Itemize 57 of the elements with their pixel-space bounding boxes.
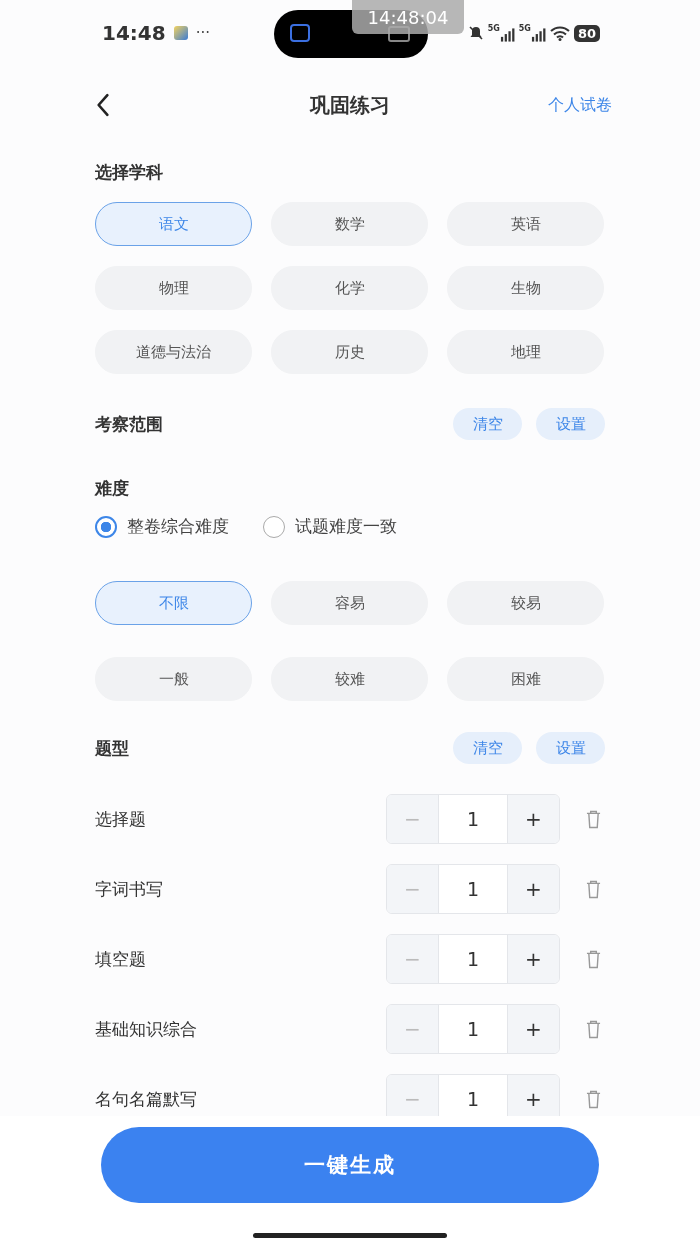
delete-icon[interactable] [586,1019,601,1039]
personal-papers-link[interactable]: 个人试卷 [548,94,612,116]
radio-button[interactable] [95,515,117,538]
option-chip[interactable]: 较易 [447,581,604,625]
wifi-icon [549,25,570,41]
quantity-value: 1 [438,865,508,913]
recording-time: 14:48:04 [352,0,464,34]
option-chip[interactable]: 英语 [447,202,604,246]
more-icon: ··· [195,24,210,42]
option-chip[interactable]: 较难 [271,657,428,701]
increase-button[interactable]: + [508,1005,559,1053]
quantity-value: 1 [438,1075,508,1116]
quantity-value: 1 [438,935,508,983]
option-chip[interactable]: 道德与法治 [95,330,252,374]
option-chip[interactable]: 地理 [447,330,604,374]
increase-button[interactable]: + [508,865,559,913]
question-type-label: 基础知识综合 [95,1017,198,1041]
back-icon[interactable] [96,93,110,117]
section-title: 题型 [95,736,129,760]
option-chip[interactable]: 化学 [271,266,428,310]
question-type-label: 填空题 [95,947,147,971]
generate-button[interactable]: 一键生成 [101,1127,599,1203]
section-title: 考察范围 [95,412,163,436]
radio-label: 整卷综合难度 [127,515,229,538]
option-chip[interactable]: 容易 [271,581,428,625]
option-chip[interactable]: 数学 [271,202,428,246]
radio-button[interactable] [263,515,285,538]
quantity-value: 1 [438,795,508,843]
option-chip[interactable]: 一般 [95,657,252,701]
mute-icon [467,25,484,41]
delete-icon[interactable] [586,809,601,829]
option-chip[interactable]: 生物 [447,266,604,310]
question-type-label: 选择题 [95,807,147,831]
section-title: 难度 [95,476,129,500]
status-time: 14:48 [102,21,166,45]
option-chip[interactable]: 物理 [95,266,252,310]
network-type: 5G [487,24,500,33]
page-title: 巩固练习 [308,91,391,119]
option-chip[interactable]: 历史 [271,330,428,374]
delete-icon[interactable] [586,949,601,969]
battery-icon: 80 [573,24,600,42]
network-type: 5G [518,24,531,33]
increase-button[interactable]: + [508,795,559,843]
app-icon [173,26,188,40]
window-icon [290,24,310,42]
signal-icon [530,28,546,42]
delete-icon[interactable] [586,879,601,899]
radio-label: 试题难度一致 [295,515,397,538]
question-type-label: 字词书写 [95,877,164,901]
quantity-value: 1 [438,1005,508,1053]
option-chip[interactable]: 困难 [447,657,604,701]
increase-button[interactable]: + [508,935,559,983]
signal-icon [499,28,515,42]
section-title: 选择学科 [95,160,163,184]
increase-button[interactable]: + [508,1075,559,1116]
delete-icon[interactable] [586,1089,601,1109]
question-type-label: 名句名篇默写 [95,1087,198,1111]
